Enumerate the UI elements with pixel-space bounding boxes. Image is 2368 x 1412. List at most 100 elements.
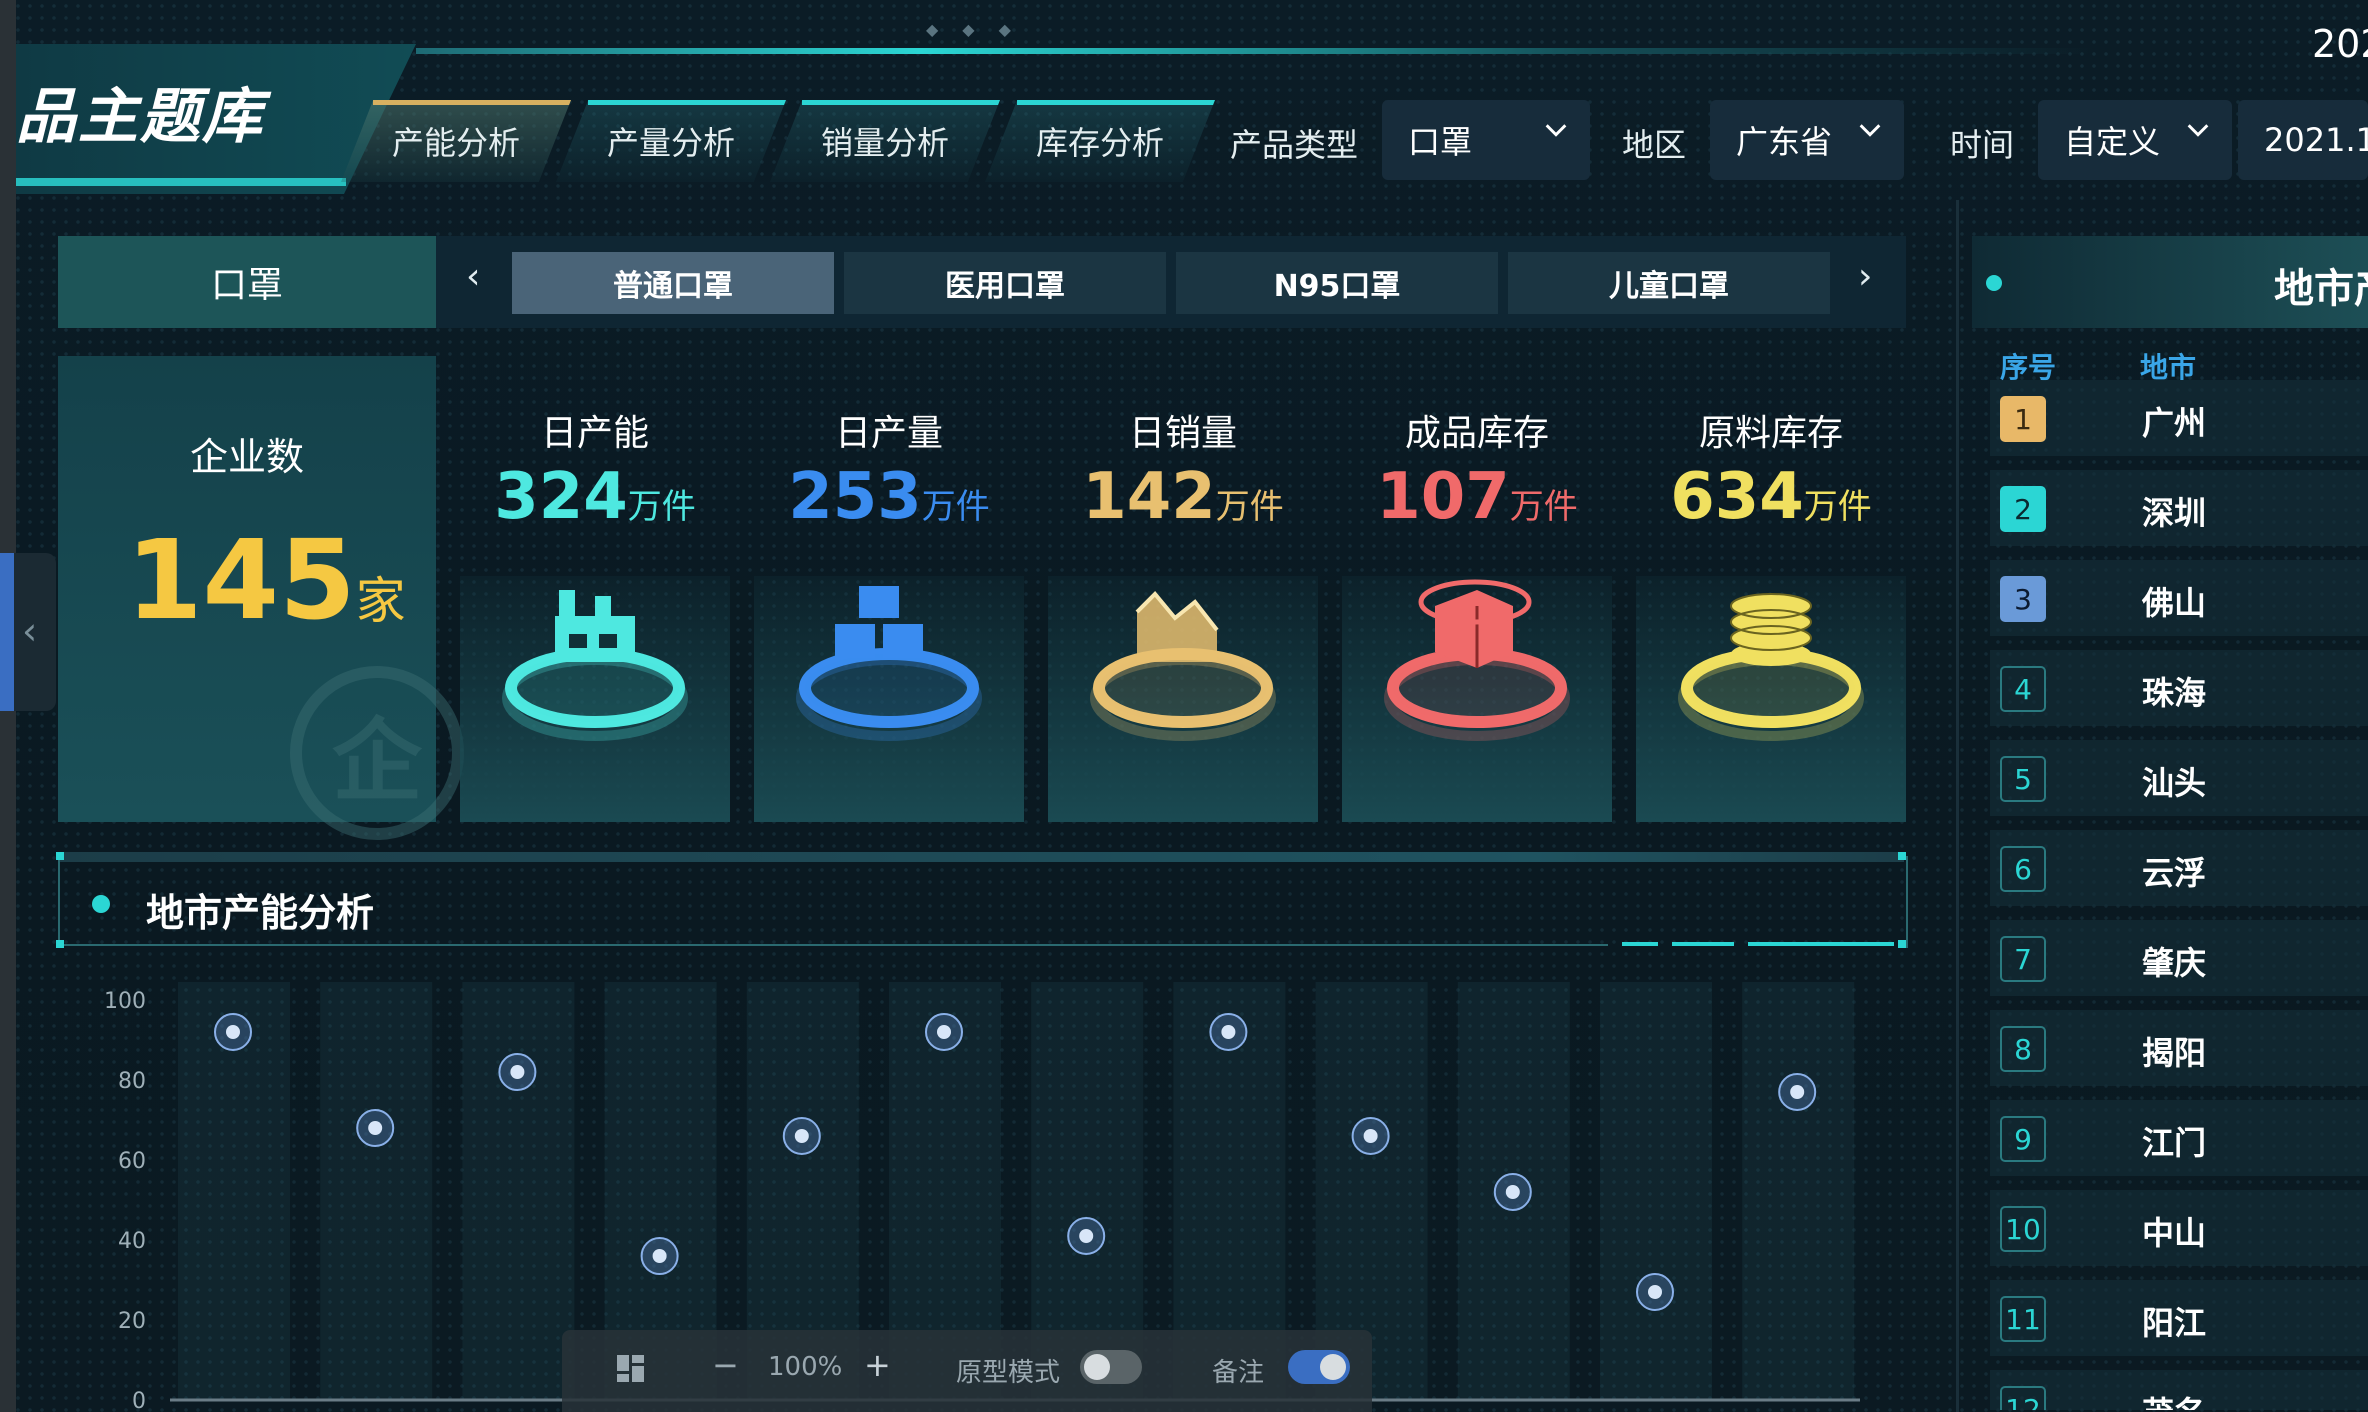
metric-unit: 万件 bbox=[1509, 487, 1578, 527]
coins-stack-icon bbox=[1678, 593, 1864, 741]
factory-icon bbox=[502, 590, 688, 741]
zoom-out-button[interactable]: − bbox=[712, 1346, 739, 1384]
lollipop-point bbox=[652, 1249, 667, 1263]
date-input[interactable]: 2021.11 bbox=[2238, 100, 2368, 180]
lollipop-point bbox=[1221, 1025, 1236, 1039]
header-top-line bbox=[416, 48, 2096, 54]
next-arrow-icon[interactable]: › bbox=[1858, 256, 1872, 297]
city-name: 茂名 bbox=[2142, 1388, 2206, 1410]
ranking-row[interactable]: 10 中山 bbox=[1990, 1190, 2368, 1266]
rank-badge: 11 bbox=[2000, 1296, 2046, 1342]
toggle-knob bbox=[1320, 1354, 1346, 1380]
subtab-regular-mask[interactable]: 普通口罩 bbox=[512, 252, 834, 314]
product-subtabs: ‹ 普通口罩 医用口罩 N95口罩 儿童口罩 › bbox=[436, 236, 1906, 328]
region-label: 地区 bbox=[1622, 126, 1687, 164]
metric-title: 日产能 bbox=[540, 413, 649, 454]
prototype-mode-label: 原型模式 bbox=[956, 1358, 1061, 1388]
tab-indicator bbox=[1017, 100, 1215, 105]
section-bottom-line bbox=[58, 944, 1608, 946]
tab-capacity-analysis[interactable]: 产能分析 bbox=[341, 100, 571, 182]
city-name: 佛山 bbox=[2142, 584, 2207, 622]
tab-label: 产量分析 bbox=[606, 124, 735, 162]
enterprise-unit: 家 bbox=[355, 572, 406, 630]
tab-sales-analysis[interactable]: 销量分析 bbox=[770, 100, 1000, 182]
metric-unit: 万件 bbox=[921, 487, 990, 527]
sidebar-collapse-handle[interactable]: ‹ bbox=[0, 553, 56, 711]
enterprise-value: 145家 bbox=[126, 516, 406, 644]
date-value: 2021.11 bbox=[2264, 121, 2368, 159]
subtab-kids-mask[interactable]: 儿童口罩 bbox=[1508, 252, 1830, 314]
prototype-mode-toggle[interactable] bbox=[1080, 1350, 1142, 1384]
page-title: 品主题库 bbox=[16, 82, 264, 152]
metric-number: 142 bbox=[1082, 460, 1216, 534]
metric-card: 日产量 253万件 bbox=[754, 356, 1024, 822]
metric-value: 142万件 bbox=[1048, 460, 1318, 534]
zoom-in-button[interactable]: + bbox=[864, 1346, 891, 1384]
ranking-row[interactable]: 6 云浮 bbox=[1990, 830, 2368, 906]
metric-unit: 万件 bbox=[627, 487, 696, 527]
lollipop-point bbox=[368, 1121, 383, 1135]
ranking-row[interactable]: 8 揭阳 bbox=[1990, 1010, 2368, 1086]
notes-label: 备注 bbox=[1212, 1358, 1265, 1388]
ranking-row[interactable]: 12 茂名 bbox=[1990, 1370, 2368, 1410]
city-name: 江门 bbox=[2142, 1124, 2207, 1162]
rank-badge: 1 bbox=[2000, 396, 2046, 442]
metric-card: 成品库存 107万件 bbox=[1342, 356, 1612, 822]
handle-accent bbox=[0, 553, 14, 711]
ranking-row[interactable]: 1 广州 bbox=[1990, 380, 2368, 456]
city-name: 揭阳 bbox=[2142, 1034, 2207, 1072]
ranking-row[interactable]: 2 深圳 bbox=[1990, 470, 2368, 546]
toggle-knob bbox=[1084, 1354, 1110, 1380]
time-select[interactable]: 自定义 bbox=[2038, 100, 2232, 180]
product-category-label: 口罩 bbox=[58, 236, 436, 328]
zoom-level: 100% bbox=[768, 1352, 843, 1382]
corner-marker bbox=[56, 940, 64, 948]
region-select[interactable]: 广东省 bbox=[1710, 100, 1904, 180]
time-label: 时间 bbox=[1950, 126, 2015, 164]
pager-dots: ◆◆◆ bbox=[926, 20, 1035, 39]
ranking-row[interactable]: 5 汕头 bbox=[1990, 740, 2368, 816]
notes-toggle[interactable] bbox=[1288, 1350, 1350, 1384]
ranking-row[interactable]: 11 阳江 bbox=[1990, 1280, 2368, 1356]
section-bullet bbox=[92, 895, 110, 913]
ranking-row[interactable]: 7 肇庆 bbox=[1990, 920, 2368, 996]
lollipop-point bbox=[1790, 1085, 1805, 1099]
city-name: 云浮 bbox=[2142, 854, 2207, 892]
package-icon bbox=[1384, 579, 1570, 741]
lollipop-point bbox=[1505, 1185, 1520, 1199]
product-type-label: 产品类型 bbox=[1230, 126, 1359, 164]
rank-badge: 8 bbox=[2000, 1026, 2046, 1072]
chevron-left-icon: ‹ bbox=[22, 609, 38, 653]
tab-indicator bbox=[373, 100, 571, 105]
ranking-row[interactable]: 9 江门 bbox=[1990, 1100, 2368, 1176]
y-tick-label: 20 bbox=[118, 1309, 146, 1334]
city-name: 汕头 bbox=[2142, 764, 2207, 802]
ranking-row[interactable]: 4 珠海 bbox=[1990, 650, 2368, 726]
rank-badge: 7 bbox=[2000, 936, 2046, 982]
lollipop-point bbox=[510, 1065, 525, 1079]
city-name: 中山 bbox=[2142, 1214, 2207, 1252]
watermark-char: 企 bbox=[332, 709, 422, 814]
metric-unit: 万件 bbox=[1803, 487, 1872, 527]
rank-badge: 2 bbox=[2000, 486, 2046, 532]
tab-indicator bbox=[802, 100, 1000, 105]
rank-badge: 3 bbox=[2000, 576, 2046, 622]
metric-value: 634万件 bbox=[1636, 460, 1906, 534]
tab-output-analysis[interactable]: 产量分析 bbox=[556, 100, 786, 182]
metric-card: 日产能 324万件 bbox=[460, 356, 730, 822]
ranking-row[interactable]: 3 佛山 bbox=[1990, 560, 2368, 636]
lollipop-point bbox=[226, 1025, 240, 1039]
tab-label: 库存分析 bbox=[1035, 124, 1164, 162]
subtab-n95-mask[interactable]: N95口罩 bbox=[1176, 252, 1498, 314]
metric-title: 日销量 bbox=[1128, 413, 1237, 454]
metric-number: 324 bbox=[494, 460, 628, 534]
metric-title: 成品库存 bbox=[1404, 413, 1549, 454]
tab-inventory-analysis[interactable]: 库存分析 bbox=[985, 100, 1215, 182]
layout-grid-icon[interactable] bbox=[616, 1354, 646, 1384]
lollipop-point bbox=[1648, 1285, 1662, 1299]
prev-arrow-icon[interactable]: ‹ bbox=[466, 256, 480, 297]
metric-value: 253万件 bbox=[754, 460, 1024, 534]
chevron-down-icon bbox=[2187, 124, 2209, 137]
subtab-medical-mask[interactable]: 医用口罩 bbox=[844, 252, 1166, 314]
product-type-select[interactable]: 口罩 bbox=[1382, 100, 1590, 180]
